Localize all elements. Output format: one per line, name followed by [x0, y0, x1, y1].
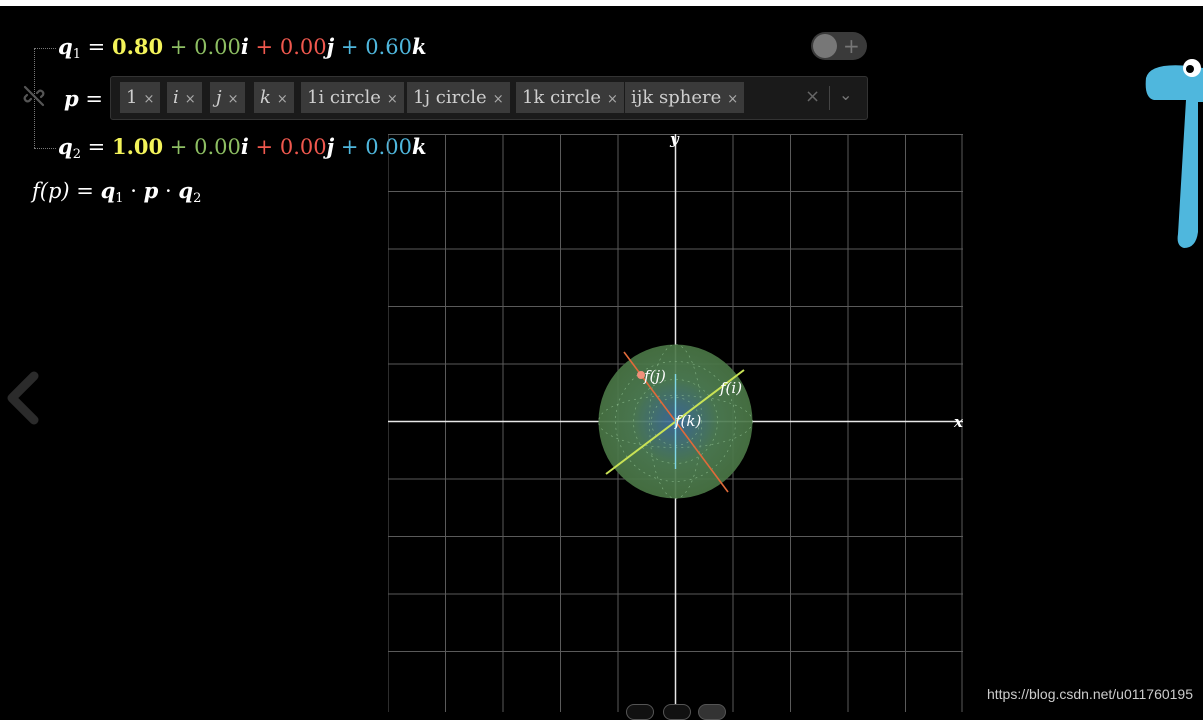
- q2-symbol: q: [58, 134, 73, 159]
- q1-equation[interactable]: q1 = 0.80 + 0.00i + 0.00j + 0.60k: [58, 34, 427, 62]
- chip-label: i: [173, 87, 179, 108]
- equals-sign: =: [87, 135, 106, 159]
- q1-k-value[interactable]: 0.60: [365, 35, 412, 59]
- chip-1k-circle[interactable]: 1k circle ×: [516, 82, 624, 113]
- q1-j-value[interactable]: 0.00: [280, 35, 327, 59]
- i-symbol: i: [240, 34, 249, 59]
- chip-label: k: [260, 87, 271, 108]
- q2-subscript: 2: [72, 147, 81, 162]
- k-symbol: k: [411, 34, 427, 59]
- dot-operator: ·: [165, 179, 172, 203]
- plus-sign: +: [169, 35, 188, 59]
- close-icon[interactable]: ×: [277, 92, 288, 107]
- link-off-icon[interactable]: [22, 84, 46, 108]
- q1-subscript: 1: [115, 191, 124, 206]
- plus-sign: +: [340, 35, 359, 59]
- fj-label: f(j): [644, 367, 666, 385]
- equals-sign: =: [76, 179, 94, 203]
- dot-operator: ·: [130, 179, 137, 203]
- chip-1i-circle[interactable]: 1i circle ×: [301, 82, 404, 113]
- q2-symbol: q: [178, 178, 194, 203]
- equals-sign: =: [85, 87, 103, 111]
- i-symbol: i: [240, 134, 249, 159]
- j-symbol: j: [326, 34, 335, 59]
- chip-label: j: [216, 87, 222, 108]
- close-icon[interactable]: ×: [143, 92, 154, 107]
- q1-symbol: q: [58, 34, 73, 59]
- q1-subscript: 1: [72, 47, 81, 62]
- chevron-down-icon[interactable]: ⌄: [839, 85, 852, 104]
- chip-label: 1i circle: [307, 87, 381, 108]
- close-icon[interactable]: ×: [228, 92, 239, 107]
- plus-sign: +: [255, 35, 274, 59]
- p-symbol: p: [143, 178, 159, 203]
- chip-i[interactable]: i ×: [167, 82, 202, 113]
- q1-i-value[interactable]: 0.00: [194, 35, 241, 59]
- f-of-p: f(p): [32, 179, 70, 203]
- close-icon[interactable]: ×: [493, 92, 504, 107]
- clear-all-icon[interactable]: ×: [805, 86, 820, 107]
- close-icon[interactable]: ×: [185, 92, 196, 107]
- plus-sign: +: [340, 135, 359, 159]
- q2-subscript: 2: [193, 191, 202, 206]
- chip-label: 1: [126, 87, 138, 108]
- fi-label: f(i): [720, 379, 743, 397]
- bracket-line: [34, 148, 56, 149]
- function-definition[interactable]: f(p) = q1 · p · q2: [32, 178, 201, 206]
- zoom-out-button[interactable]: [626, 704, 654, 720]
- p-list-input[interactable]: 1 × i × j × k × 1i circle × 1j circle × 1k cir…: [110, 76, 868, 120]
- graph-area[interactable]: y x f(j) f(i) f(k): [388, 130, 963, 712]
- chip-label: 1k circle: [522, 87, 602, 108]
- toggle-plus-icon: +: [843, 34, 860, 58]
- zoom-in-button[interactable]: [663, 704, 691, 720]
- q1-symbol: q: [100, 178, 116, 203]
- chip-k[interactable]: k ×: [254, 82, 294, 113]
- y-axis-label: y: [670, 130, 679, 148]
- x-axis-label: x: [954, 413, 963, 431]
- toggle-switch[interactable]: +: [811, 32, 867, 60]
- plus-sign: +: [255, 135, 274, 159]
- divider: [829, 86, 830, 110]
- chip-1j-circle[interactable]: 1j circle ×: [407, 82, 510, 113]
- watermark: https://blog.csdn.net/u011760195: [986, 686, 1193, 702]
- mascot-icon: [1145, 59, 1203, 248]
- fk-label: f(k): [675, 412, 702, 430]
- plus-sign: +: [169, 135, 188, 159]
- q1-w-value[interactable]: 0.80: [112, 34, 163, 59]
- chip-1[interactable]: 1 ×: [120, 82, 161, 113]
- chip-label: ijk sphere: [631, 87, 722, 108]
- top-bar: [0, 0, 1203, 6]
- p-symbol: p: [64, 86, 79, 111]
- q2-i-value[interactable]: 0.00: [194, 135, 241, 159]
- q2-equation[interactable]: q2 = 1.00 + 0.00i + 0.00j + 0.00k: [58, 134, 427, 162]
- home-button[interactable]: [698, 704, 726, 720]
- back-chevron-icon[interactable]: [2, 370, 42, 426]
- close-icon[interactable]: ×: [727, 92, 738, 107]
- p-equation-label: p =: [64, 86, 103, 111]
- j-symbol: j: [326, 134, 335, 159]
- q2-w-value[interactable]: 1.00: [112, 134, 163, 159]
- chip-label: 1j circle: [413, 87, 487, 108]
- q2-j-value[interactable]: 0.00: [280, 135, 327, 159]
- equals-sign: =: [87, 35, 106, 59]
- close-icon[interactable]: ×: [387, 92, 398, 107]
- chip-ijk-sphere[interactable]: ijk sphere ×: [625, 82, 745, 113]
- bracket-line: [34, 48, 56, 49]
- chip-j[interactable]: j ×: [210, 82, 245, 113]
- toggle-knob: [813, 34, 837, 58]
- close-icon[interactable]: ×: [607, 92, 618, 107]
